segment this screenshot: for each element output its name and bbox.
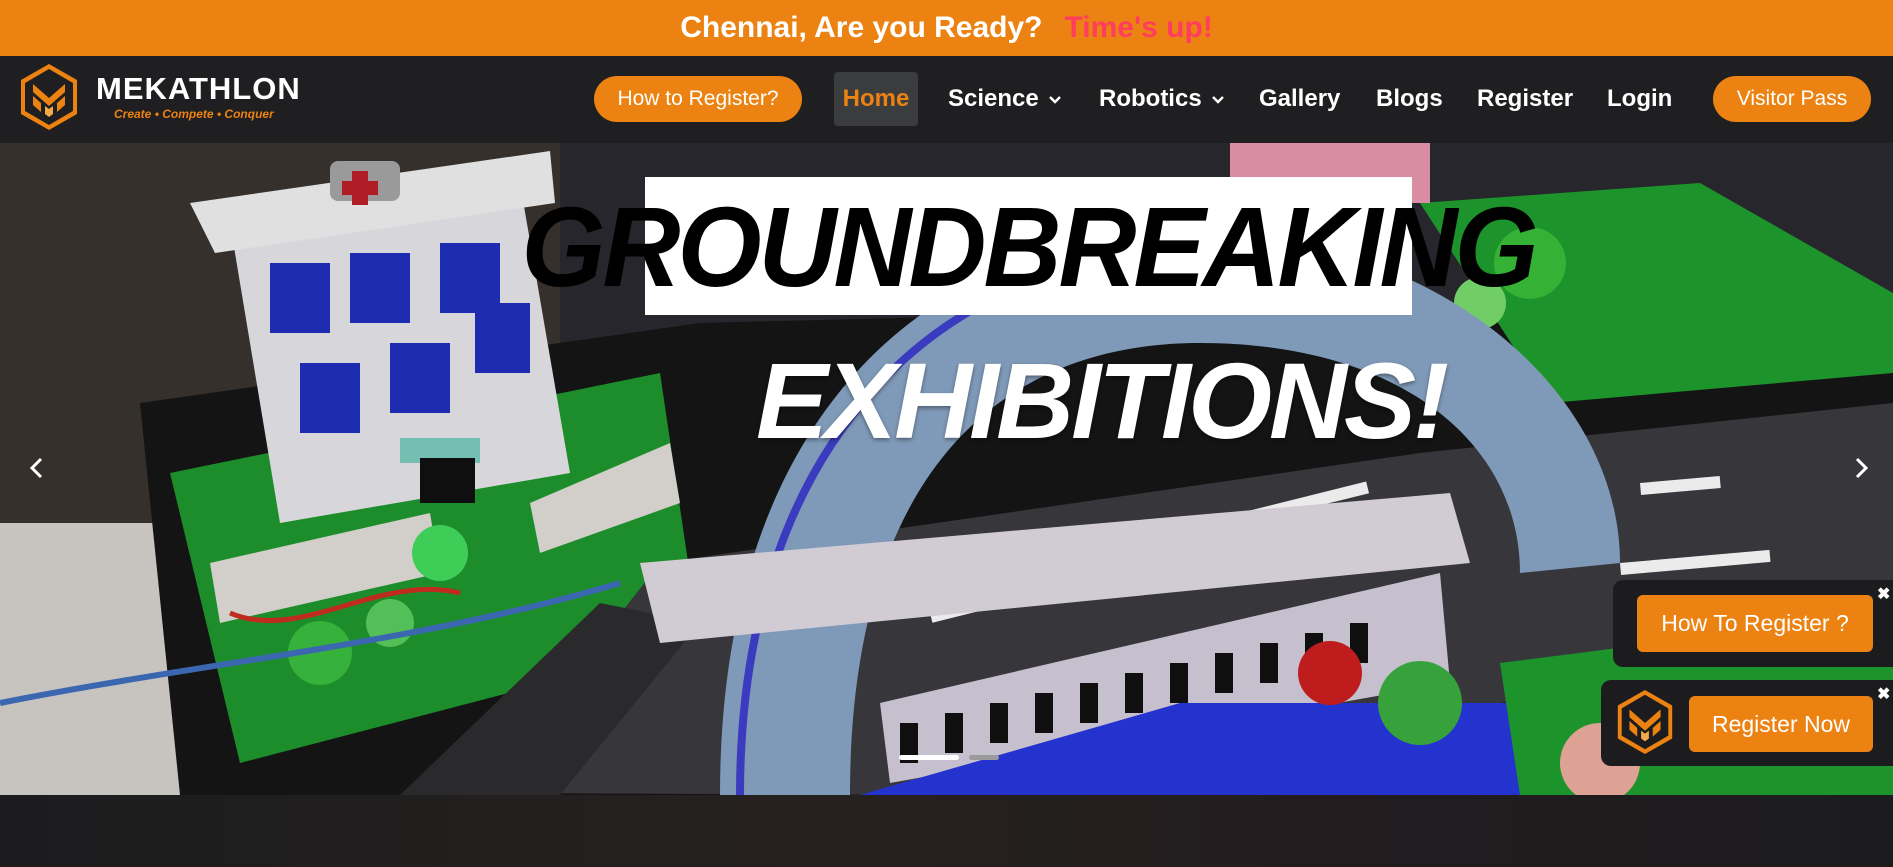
- visitor-pass-button[interactable]: Visitor Pass: [1713, 76, 1871, 122]
- mekathlon-logo-icon: [1617, 689, 1673, 755]
- section-background: [0, 795, 1893, 867]
- mekathlon-logo-icon: [21, 64, 77, 130]
- nav-register[interactable]: Register: [1477, 76, 1573, 122]
- carousel-indicators: [899, 755, 999, 760]
- chevron-down-icon: [1211, 96, 1224, 104]
- nav-science[interactable]: Science: [948, 76, 1063, 122]
- countdown-banner: Chennai, Are you Ready? Time's up!: [0, 0, 1893, 56]
- nav-robotics[interactable]: Robotics: [1099, 76, 1226, 122]
- nav-blogs[interactable]: Blogs: [1376, 76, 1443, 122]
- logo-name: MEKATHLON: [96, 71, 301, 106]
- hero-headline-line-1: GROUNDBREAKING: [521, 182, 1539, 310]
- carousel-next-arrow-icon[interactable]: [1846, 453, 1876, 483]
- nav-gallery[interactable]: Gallery: [1259, 76, 1340, 122]
- logo-tagline: Create • Compete • Conquer: [114, 107, 274, 121]
- nav-science-label: Science: [948, 85, 1039, 112]
- nav-home[interactable]: Home: [834, 72, 918, 126]
- carousel-dot-1[interactable]: [899, 755, 959, 760]
- site-logo[interactable]: MEKATHLON Create • Compete • Conquer: [18, 62, 301, 132]
- close-icon[interactable]: ✖: [1877, 684, 1890, 704]
- carousel-dot-2[interactable]: [969, 755, 999, 760]
- close-icon[interactable]: ✖: [1877, 584, 1890, 604]
- countdown-timer: Time's up!: [1064, 11, 1213, 44]
- nav-login[interactable]: Login: [1607, 76, 1672, 122]
- carousel-prev-arrow-icon[interactable]: [22, 453, 52, 483]
- register-now-button[interactable]: Register Now: [1689, 696, 1873, 752]
- banner-text: Chennai, Are you Ready?: [680, 11, 1043, 44]
- how-to-register-button[interactable]: How to Register?: [594, 76, 802, 122]
- hero-headline-line-2: EXHIBITIONS!: [756, 340, 1449, 461]
- chevron-down-icon: [1048, 96, 1061, 104]
- hero-headline-box: GROUNDBREAKING: [522, 177, 1539, 315]
- nav-robotics-label: Robotics: [1099, 85, 1202, 112]
- how-to-register-widget-button[interactable]: How To Register ?: [1637, 595, 1873, 652]
